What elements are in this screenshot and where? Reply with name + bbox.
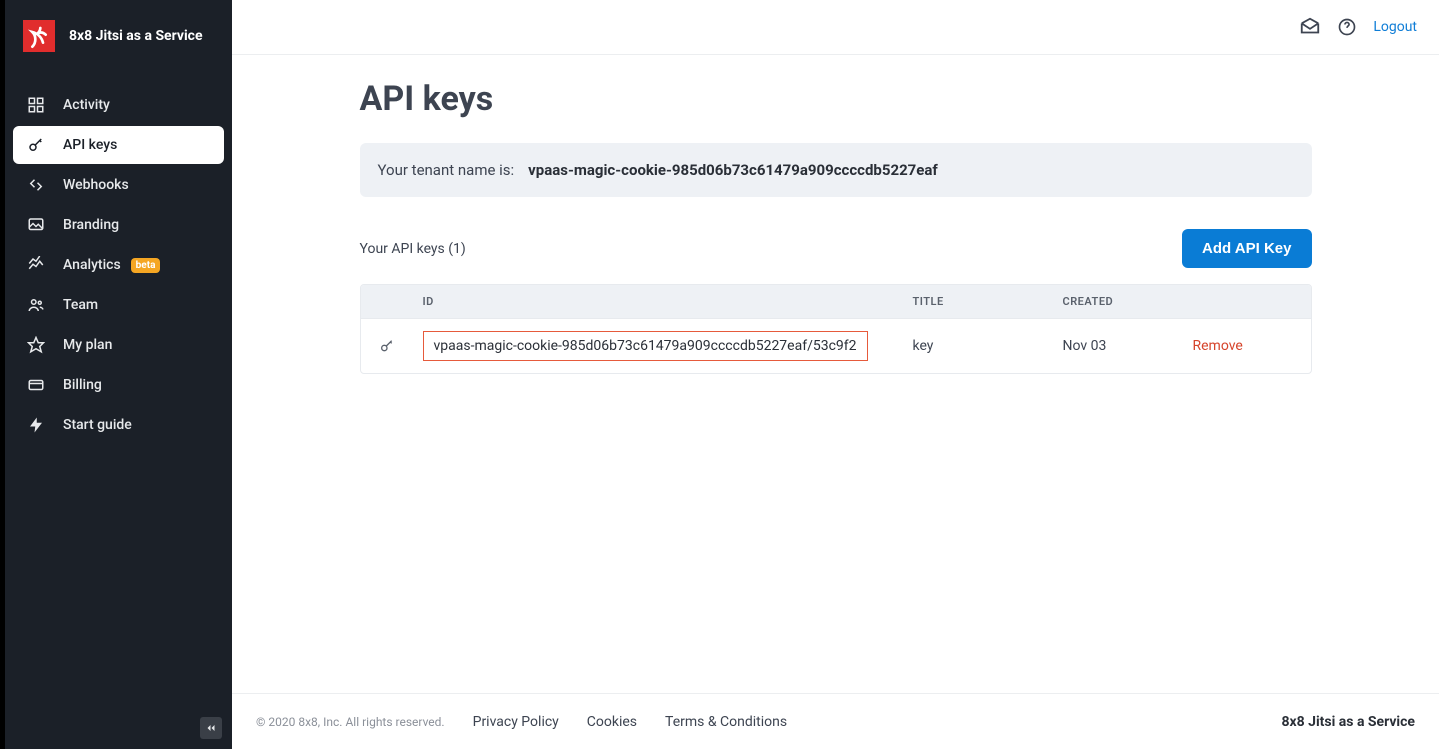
api-key-created: Nov 03	[1063, 338, 1193, 354]
branding-icon	[27, 216, 45, 234]
activity-icon	[27, 96, 45, 114]
col-header-title: TITLE	[913, 295, 1063, 308]
help-icon[interactable]	[1337, 17, 1357, 37]
col-header-created: CREATED	[1063, 295, 1193, 308]
sidebar-item-label: Team	[63, 297, 98, 313]
sidebar-nav: Activity API keys Webhooks Branding Anal	[5, 72, 232, 452]
billing-icon	[27, 376, 45, 394]
sidebar-item-label: Activity	[63, 97, 110, 113]
remove-api-key-link[interactable]: Remove	[1193, 338, 1243, 354]
sidebar-item-webhooks[interactable]: Webhooks	[13, 166, 224, 204]
api-keys-table: ID TITLE CREATED vpaas-magic-cookie-985d…	[360, 284, 1312, 374]
add-api-key-button[interactable]: Add API Key	[1182, 229, 1311, 268]
col-header-id: ID	[423, 295, 913, 308]
tenant-label: Your tenant name is:	[378, 161, 515, 179]
keys-toolbar: Your API keys (1) Add API Key	[360, 229, 1312, 268]
table-row: vpaas-magic-cookie-985d06b73c61479a909cc…	[361, 318, 1311, 373]
tenant-value: vpaas-magic-cookie-985d06b73c61479a909cc…	[528, 161, 938, 179]
brand-logo-icon	[23, 20, 55, 52]
sidebar-item-branding[interactable]: Branding	[13, 206, 224, 244]
footer-brand: 8x8 Jitsi as a Service	[1281, 714, 1415, 730]
sidebar-item-label: API keys	[63, 137, 117, 153]
mail-icon[interactable]	[1299, 16, 1321, 38]
sidebar-item-activity[interactable]: Activity	[13, 86, 224, 124]
sidebar-item-label: Billing	[63, 377, 102, 393]
sidebar-item-label: Start guide	[63, 417, 132, 433]
team-icon	[27, 296, 45, 314]
webhooks-icon	[27, 176, 45, 194]
page-content: API keys Your tenant name is: vpaas-magi…	[232, 55, 1439, 693]
page-title: API keys	[360, 79, 1312, 119]
sidebar-item-label: Analytics	[63, 257, 121, 273]
sidebar: 8x8 Jitsi as a Service Activity API keys…	[0, 0, 232, 749]
sidebar-item-my-plan[interactable]: My plan	[13, 326, 224, 364]
topbar: Logout	[232, 0, 1439, 55]
key-icon	[379, 338, 423, 354]
cookies-link[interactable]: Cookies	[587, 714, 637, 730]
bolt-icon	[27, 416, 45, 434]
star-icon	[27, 336, 45, 354]
api-key-title: key	[913, 338, 1063, 354]
tenant-info-box: Your tenant name is: vpaas-magic-cookie-…	[360, 143, 1312, 197]
table-header-row: ID TITLE CREATED	[361, 285, 1311, 318]
analytics-icon	[27, 256, 45, 274]
logout-link[interactable]: Logout	[1373, 19, 1417, 35]
brand-title: 8x8 Jitsi as a Service	[69, 28, 203, 44]
sidebar-item-label: Webhooks	[63, 177, 129, 193]
beta-badge: beta	[131, 258, 161, 273]
footer: © 2020 8x8, Inc. All rights reserved. Pr…	[232, 693, 1439, 749]
key-icon	[27, 136, 45, 154]
privacy-policy-link[interactable]: Privacy Policy	[473, 714, 559, 730]
sidebar-item-analytics[interactable]: Analytics beta	[13, 246, 224, 284]
sidebar-item-billing[interactable]: Billing	[13, 366, 224, 404]
sidebar-item-label: My plan	[63, 337, 112, 353]
keys-count-text: Your API keys (1)	[360, 241, 466, 257]
sidebar-item-api-keys[interactable]: API keys	[13, 126, 224, 164]
collapse-sidebar-button[interactable]	[200, 717, 222, 739]
sidebar-item-start-guide[interactable]: Start guide	[13, 406, 224, 444]
terms-link[interactable]: Terms & Conditions	[665, 714, 787, 730]
sidebar-item-team[interactable]: Team	[13, 286, 224, 324]
api-key-id[interactable]: vpaas-magic-cookie-985d06b73c61479a909cc…	[423, 331, 868, 361]
copyright-text: © 2020 8x8, Inc. All rights reserved.	[256, 715, 445, 729]
brand-block: 8x8 Jitsi as a Service	[5, 0, 232, 72]
main: Logout API keys Your tenant name is: vpa…	[232, 0, 1439, 749]
sidebar-item-label: Branding	[63, 217, 119, 233]
